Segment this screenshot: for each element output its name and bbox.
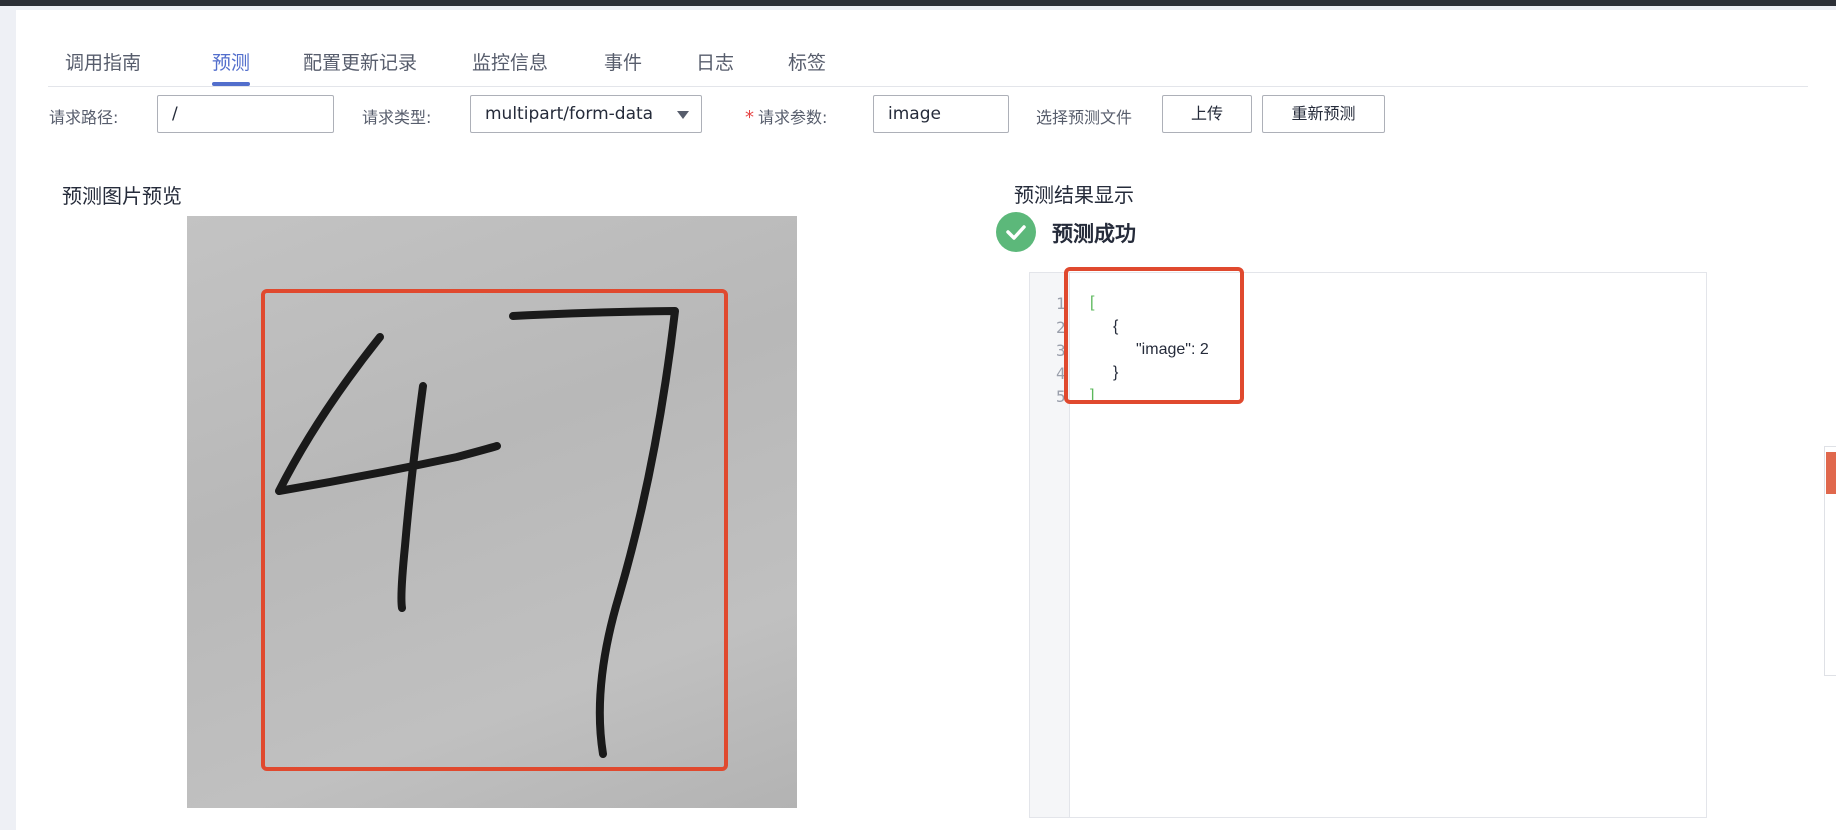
detection-box bbox=[261, 289, 728, 771]
select-file-label: 选择预测文件 bbox=[1036, 108, 1133, 127]
active-tab-indicator bbox=[212, 82, 250, 86]
tab-monitoring[interactable]: 监控信息 bbox=[472, 48, 548, 75]
upload-button[interactable]: 上传 bbox=[1162, 95, 1252, 133]
chevron-down-icon bbox=[677, 111, 689, 119]
request-param-label: * 请求参数: bbox=[745, 104, 827, 128]
request-type-value: multipart/form-data bbox=[485, 104, 654, 124]
request-type-label: 请求类型: bbox=[362, 108, 432, 127]
tab-config-history[interactable]: 配置更新记录 bbox=[303, 48, 417, 75]
top-bar bbox=[0, 0, 1836, 6]
request-param-label-text: 请求参数: bbox=[758, 108, 828, 127]
request-param-input[interactable]: image bbox=[873, 95, 1009, 133]
required-mark: * bbox=[745, 107, 754, 128]
preview-title: 预测图片预览 bbox=[62, 184, 182, 208]
status-text: 预测成功 bbox=[1052, 222, 1136, 246]
request-path-label: 请求路径: bbox=[49, 108, 119, 127]
preview-image bbox=[187, 216, 797, 808]
request-path-input[interactable]: / bbox=[157, 95, 334, 133]
handwritten-digits bbox=[261, 289, 728, 771]
result-highlight-box bbox=[1064, 267, 1244, 404]
check-circle-icon bbox=[996, 212, 1036, 252]
repredict-button[interactable]: 重新预测 bbox=[1262, 95, 1385, 133]
tab-events[interactable]: 事件 bbox=[604, 48, 642, 75]
tab-tags[interactable]: 标签 bbox=[788, 48, 826, 75]
tab-guide[interactable]: 调用指南 bbox=[65, 48, 141, 75]
tab-logs[interactable]: 日志 bbox=[696, 48, 734, 75]
result-title: 预测结果显示 bbox=[1014, 183, 1134, 207]
tab-bar: 调用指南 预测 配置更新记录 监控信息 事件 日志 标签 bbox=[48, 10, 1808, 87]
tab-predict[interactable]: 预测 bbox=[212, 48, 250, 75]
request-type-select[interactable]: multipart/form-data bbox=[470, 95, 702, 133]
side-panel-tab[interactable] bbox=[1826, 452, 1836, 494]
